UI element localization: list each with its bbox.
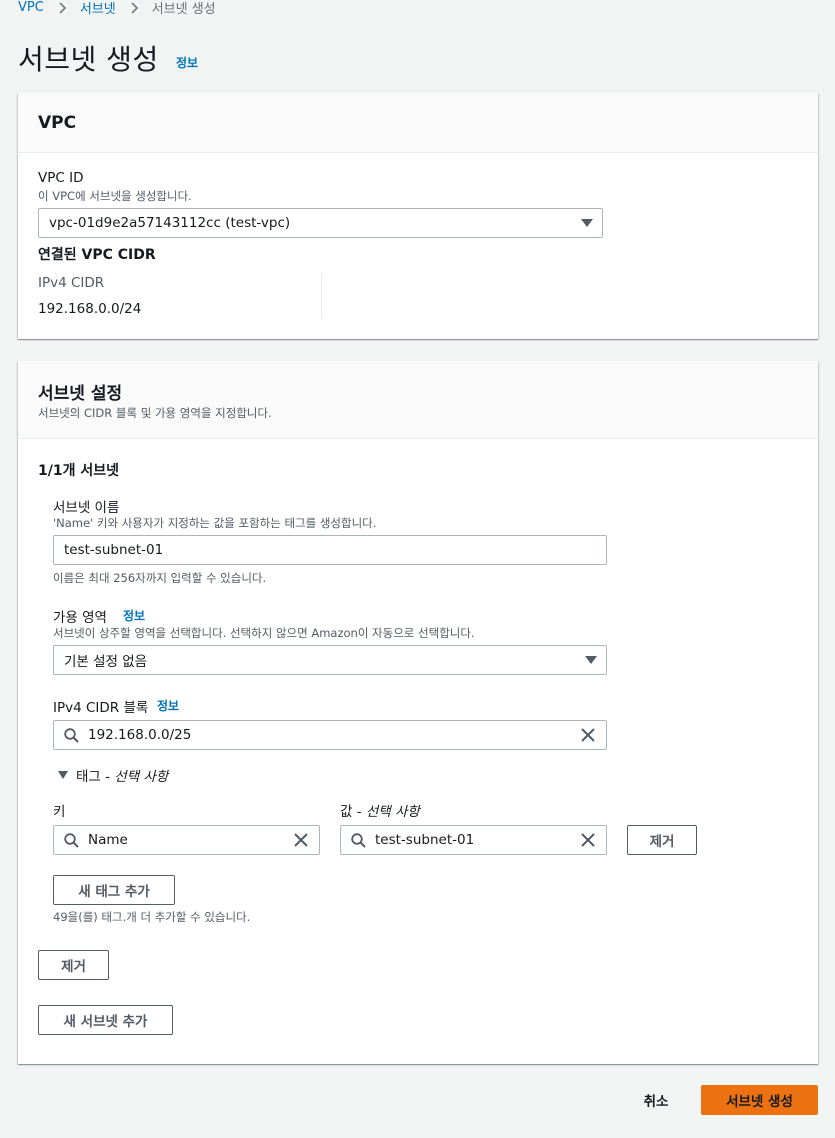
subnet-name-hint: 이름은 최대 256자까지 입력할 수 있습니다. [53,571,267,585]
tag-value-label: 값 - 선택 사항 [340,800,420,820]
ipv4-cidr-value: 192.168.0.0/24 [38,301,142,317]
tag-key-label: 키 [53,804,66,820]
tag-value-input[interactable]: test-subnet-01 [340,825,607,855]
subnet-name-input[interactable]: test-subnet-01 [53,535,607,565]
breadcrumb-current: 서브넷 생성 [151,2,216,17]
availability-zone-info-link[interactable]: 정보 [123,607,145,624]
subnet-name-label: 서브넷 이름 [53,500,120,516]
chevron-right-icon [44,1,80,14]
subnet-name-description: 'Name' 키와 사용자가 지정하는 값을 포함하는 태그를 생성합니다. [53,516,377,530]
availability-zone-description: 서브넷이 상주할 영역을 선택합니다. 선택하지 않으면 Amazon이 자동으… [53,626,475,640]
ipv4-cidr-block-value: 192.168.0.0/25 [88,727,192,743]
search-icon [54,727,88,743]
tag-limit-hint: 49을(를) 태그.개 더 추가할 수 있습니다. [53,910,251,924]
breadcrumb-vpc-link[interactable]: VPC [18,0,44,15]
cancel-button[interactable]: 취소 [630,1085,682,1115]
tag-key-value: Name [88,832,128,848]
ipv4-cidr-block-info-link[interactable]: 정보 [157,697,179,714]
close-icon[interactable] [570,728,606,742]
subnet-settings-panel: 서브넷 설정 서브넷의 CIDR 블록 및 가용 영역을 지정합니다. 1/1개… [18,361,818,1064]
vpc-id-description: 이 VPC에 서브넷을 생성합니다. [38,189,192,203]
page-title: 서브넷 생성 [18,43,159,76]
remove-tag-button[interactable]: 제거 [627,825,697,855]
vpc-panel: VPC VPC ID 이 VPC에 서브넷을 생성합니다. vpc-01d9e2… [18,93,818,339]
ipv4-cidr-block-label: IPv4 CIDR 블록 [53,700,149,716]
subnet-name-input-value: test-subnet-01 [64,542,164,558]
close-icon[interactable] [570,833,606,847]
vpc-panel-header: VPC [18,93,818,153]
search-icon [54,832,88,848]
create-subnet-button[interactable]: 서브넷 생성 [701,1085,818,1115]
add-tag-button[interactable]: 새 태그 추가 [53,875,175,905]
remove-subnet-button[interactable]: 제거 [38,950,109,980]
subnet-settings-header: 서브넷 설정 서브넷의 CIDR 블록 및 가용 영역을 지정합니다. [18,361,818,439]
caret-down-icon [572,219,602,227]
column-divider [321,273,322,319]
page-info-link[interactable]: 정보 [176,54,198,71]
vpc-id-select[interactable]: vpc-01d9e2a57143112cc (test-vpc) [38,208,603,238]
subnet-count-heading: 1/1개 서브넷 [38,463,119,479]
vpc-cidr-heading: 연결된 VPC CIDR [38,247,156,263]
subnet-settings-heading: 서브넷 설정 [38,384,123,404]
breadcrumb: VPC 서브넷 서브넷 생성 [18,0,216,17]
breadcrumb-subnets-link[interactable]: 서브넷 [80,0,116,17]
tag-value-label-text: 값 - [340,804,366,820]
tag-value-value: test-subnet-01 [375,832,475,848]
vpc-id-label: VPC ID [38,170,84,186]
vpc-panel-heading: VPC [38,113,77,133]
tags-toggle-optional: 선택 사항 [114,769,169,785]
vpc-id-select-value: vpc-01d9e2a57143112cc (test-vpc) [49,215,291,231]
tag-key-input[interactable]: Name [53,825,320,855]
tags-expand-toggle[interactable]: 태그 - 선택 사항 [58,765,168,785]
subnet-settings-description: 서브넷의 CIDR 블록 및 가용 영역을 지정합니다. [38,406,272,420]
caret-down-icon [576,656,606,664]
search-icon [341,832,375,848]
close-icon[interactable] [283,833,319,847]
tags-toggle-label: 태그 - [76,769,115,785]
availability-zone-label: 가용 영역 [53,610,107,626]
chevron-right-icon [116,1,152,14]
ipv4-cidr-label: IPv4 CIDR [38,275,105,291]
ipv4-cidr-block-input[interactable]: 192.168.0.0/25 [53,720,607,750]
add-subnet-button[interactable]: 새 서브넷 추가 [38,1005,173,1035]
tag-value-label-optional: 선택 사항 [365,804,420,820]
availability-zone-select-value: 기본 설정 없음 [64,654,148,670]
availability-zone-select[interactable]: 기본 설정 없음 [53,645,607,675]
caret-down-icon [58,771,68,779]
